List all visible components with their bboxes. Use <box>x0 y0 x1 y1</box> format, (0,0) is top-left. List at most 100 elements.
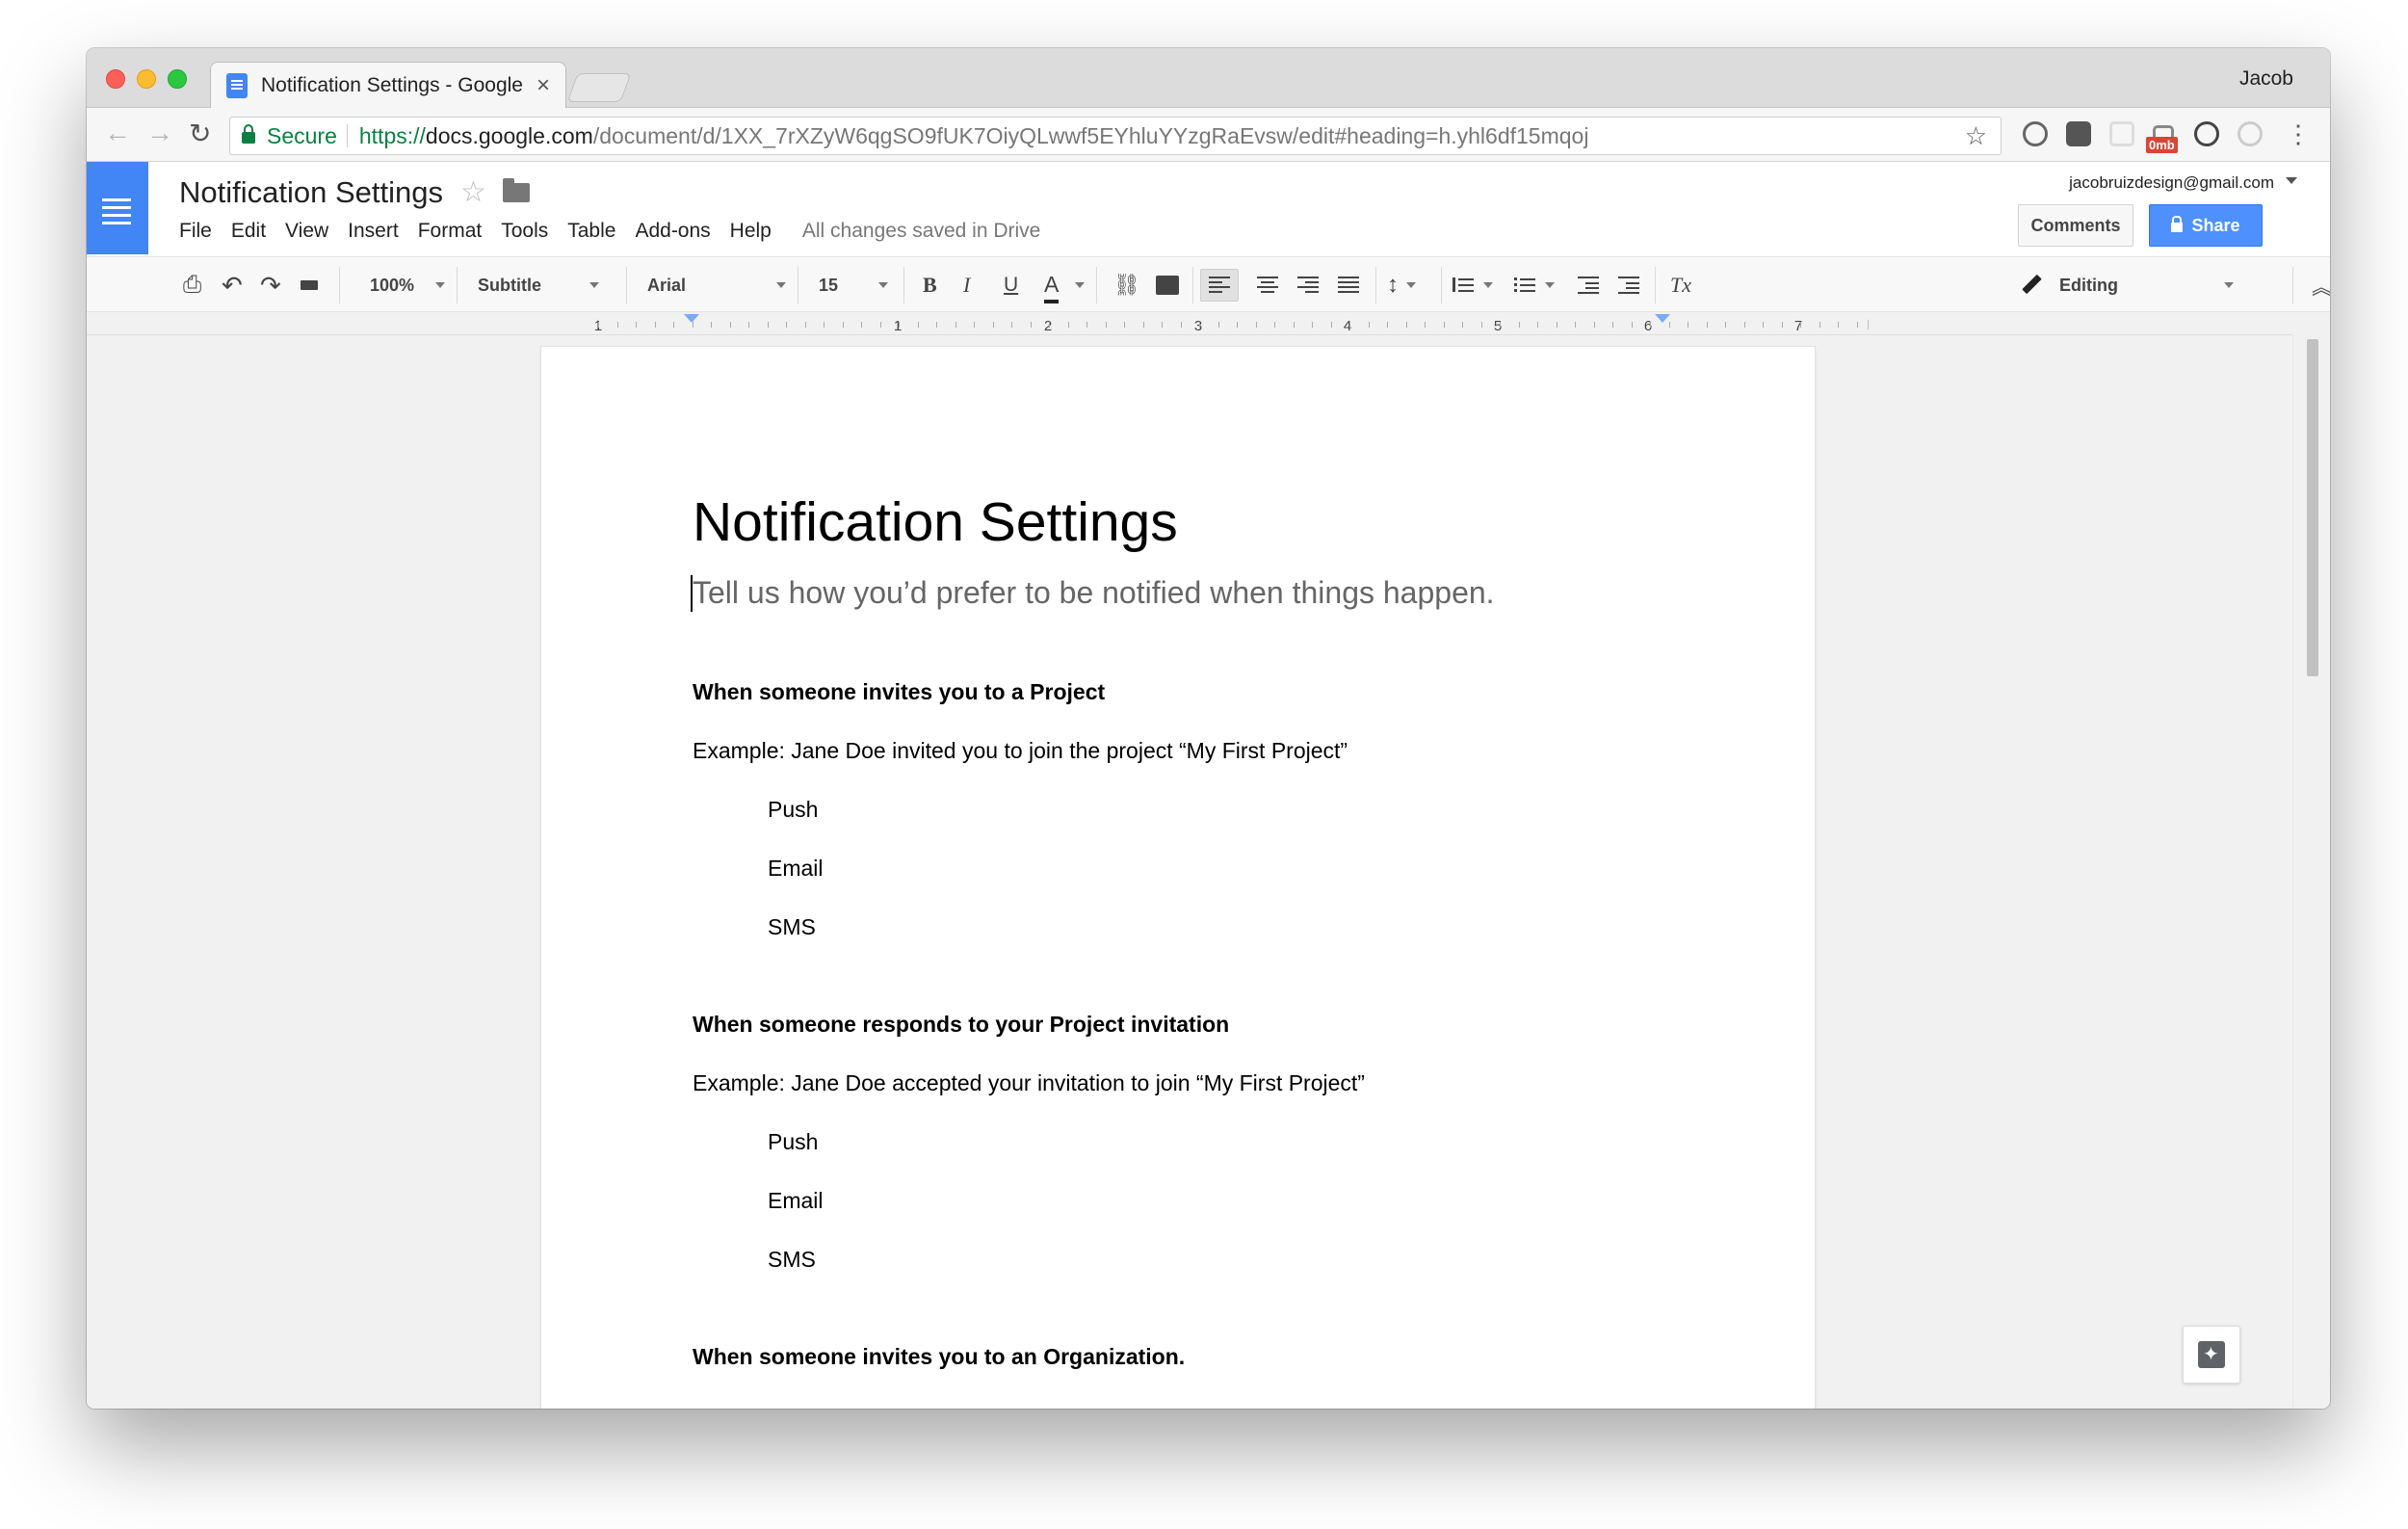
option-sms[interactable]: SMS <box>768 916 1665 938</box>
toolbar-divider <box>2292 267 2293 303</box>
print-icon[interactable]: ⎙ <box>183 269 201 302</box>
folder-icon[interactable] <box>503 178 530 202</box>
new-tab-button[interactable] <box>566 73 632 102</box>
decrease-indent-icon[interactable] <box>1578 269 1599 302</box>
text-color-icon[interactable]: A <box>1044 269 1060 303</box>
docs-header: Notification Settings ☆ File Edit View I… <box>87 162 2330 256</box>
cast-extension-icon[interactable] <box>2109 121 2134 146</box>
account-caret-icon[interactable] <box>2286 177 2297 184</box>
document-body[interactable]: Notification Settings Tell us how you’d … <box>691 495 1665 1368</box>
drive-extension-icon[interactable] <box>2238 121 2263 146</box>
comments-button[interactable]: Comments <box>2018 204 2133 247</box>
link-icon[interactable]: ⛓ <box>1113 269 1140 302</box>
close-window-button[interactable] <box>106 69 125 89</box>
document-page[interactable]: Notification Settings Tell us how you’d … <box>541 347 1815 1409</box>
reload-icon[interactable]: ↻ <box>189 118 211 149</box>
browser-tab[interactable]: Notification Settings - Google × <box>210 62 566 109</box>
document-title[interactable]: Notification Settings <box>693 495 1665 550</box>
text-color-caret[interactable] <box>1075 269 1085 302</box>
ruler-tick <box>1725 322 1726 328</box>
justify-icon[interactable] <box>1329 269 1368 302</box>
docs-home-icon[interactable] <box>87 162 148 254</box>
italic-icon[interactable]: I <box>963 269 970 302</box>
zoom-window-button[interactable] <box>168 69 187 89</box>
tab-close-icon[interactable]: × <box>537 72 550 99</box>
section-example[interactable]: Example: Jane Doe accepted your invitati… <box>693 1072 1665 1094</box>
style-value: Subtitle <box>478 275 541 295</box>
ruler-tick <box>1067 322 1069 328</box>
doc-title-input[interactable]: Notification Settings <box>179 175 443 210</box>
right-indent-marker[interactable] <box>1655 314 1670 323</box>
share-button[interactable]: Share <box>2149 204 2263 247</box>
menu-addons[interactable]: Add-ons <box>625 220 720 243</box>
ruler-tick <box>1368 322 1370 328</box>
pocket-extension-icon[interactable] <box>2066 121 2091 146</box>
profile-name[interactable]: Jacob <box>2239 67 2293 91</box>
line-spacing-icon[interactable]: ↕ <box>1387 269 1416 302</box>
ruler-tick <box>1500 322 1501 328</box>
menu-edit[interactable]: Edit <box>222 220 275 243</box>
paint-format-icon[interactable] <box>301 269 320 302</box>
underline-icon[interactable]: U <box>1004 269 1018 302</box>
save-status[interactable]: All changes saved in Drive <box>802 220 1040 243</box>
align-center-icon[interactable] <box>1248 269 1287 302</box>
paragraph-style-select[interactable]: Subtitle <box>478 269 599 302</box>
star-icon[interactable]: ☆ <box>460 175 486 209</box>
document-subtitle[interactable]: Tell us how you’d prefer to be notified … <box>691 575 1665 612</box>
increase-indent-icon[interactable] <box>1618 269 1639 302</box>
option-sms[interactable]: SMS <box>768 1249 1665 1271</box>
align-right-icon[interactable] <box>1289 269 1327 302</box>
font-select[interactable]: Arial <box>647 269 787 302</box>
section-heading[interactable]: When someone invites you to a Project <box>693 681 1665 703</box>
tab-strip: Notification Settings - Google × Jacob <box>87 48 2330 109</box>
section-heading[interactable]: When someone responds to your Project in… <box>693 1014 1665 1036</box>
explore-button[interactable] <box>2183 1326 2240 1384</box>
numbered-list-icon[interactable] <box>1453 269 1493 302</box>
minimize-window-button[interactable] <box>137 69 156 89</box>
editing-mode-select[interactable]: Editing <box>2023 269 2234 302</box>
section-example[interactable]: Example: Jane Doe invited you to join th… <box>693 740 1665 762</box>
left-indent-marker[interactable] <box>684 314 699 323</box>
option-push[interactable]: Push <box>768 799 1665 821</box>
forward-arrow-icon[interactable]: → <box>146 118 173 148</box>
section-heading[interactable]: When someone invites you to an Organizat… <box>693 1346 1665 1368</box>
text-cursor <box>691 575 693 612</box>
ruler-tick <box>1593 322 1595 328</box>
comment-icon[interactable] <box>1156 269 1179 302</box>
align-left-icon[interactable] <box>1200 269 1239 302</box>
font-size-select[interactable]: 15 <box>819 269 889 302</box>
redo-icon[interactable]: ↷ <box>260 269 281 302</box>
zoom-select[interactable]: 100% <box>370 269 446 302</box>
menu-tools[interactable]: Tools <box>491 220 558 243</box>
bookmark-star-icon[interactable]: ☆ <box>1965 121 1987 151</box>
bold-icon[interactable]: B <box>923 269 937 302</box>
option-email[interactable]: Email <box>768 1190 1665 1212</box>
vertical-scrollbar[interactable] <box>2292 335 2330 1409</box>
ruler-tick <box>1330 322 1332 328</box>
ruler-tick <box>1387 322 1388 328</box>
account-email[interactable]: jacobruizdesign@gmail.com <box>2069 173 2274 193</box>
menu-format[interactable]: Format <box>408 220 492 243</box>
menu-insert[interactable]: Insert <box>338 220 408 243</box>
bulleted-list-icon[interactable] <box>1514 269 1555 302</box>
option-push[interactable]: Push <box>768 1131 1665 1153</box>
ruler-tick <box>1631 322 1633 328</box>
menu-view[interactable]: View <box>275 220 338 243</box>
evernote-extension-icon[interactable] <box>2194 121 2219 146</box>
menu-bar: File Edit View Insert Format Tools Table… <box>179 220 1040 243</box>
menu-table[interactable]: Table <box>558 220 625 243</box>
ruler-label: 1 <box>893 318 903 334</box>
option-email[interactable]: Email <box>768 857 1665 880</box>
undo-icon[interactable]: ↶ <box>222 269 243 302</box>
ruler-tick <box>842 322 844 328</box>
browser-menu-icon[interactable]: ⋮ <box>2286 119 2311 149</box>
address-bar[interactable]: Secure https:// docs.google.com /documen… <box>229 117 2002 155</box>
clear-formatting-icon[interactable]: Tx <box>1670 269 1691 302</box>
ruler-tick <box>1443 322 1445 328</box>
onepassword-extension-icon[interactable] <box>2023 121 2048 146</box>
menu-help[interactable]: Help <box>720 220 781 243</box>
back-arrow-icon[interactable]: ← <box>104 118 131 148</box>
menu-file[interactable]: File <box>179 220 222 243</box>
scrollbar-thumb[interactable] <box>2307 339 2318 676</box>
collapse-menu-icon[interactable]: ︽ <box>2312 269 2330 302</box>
